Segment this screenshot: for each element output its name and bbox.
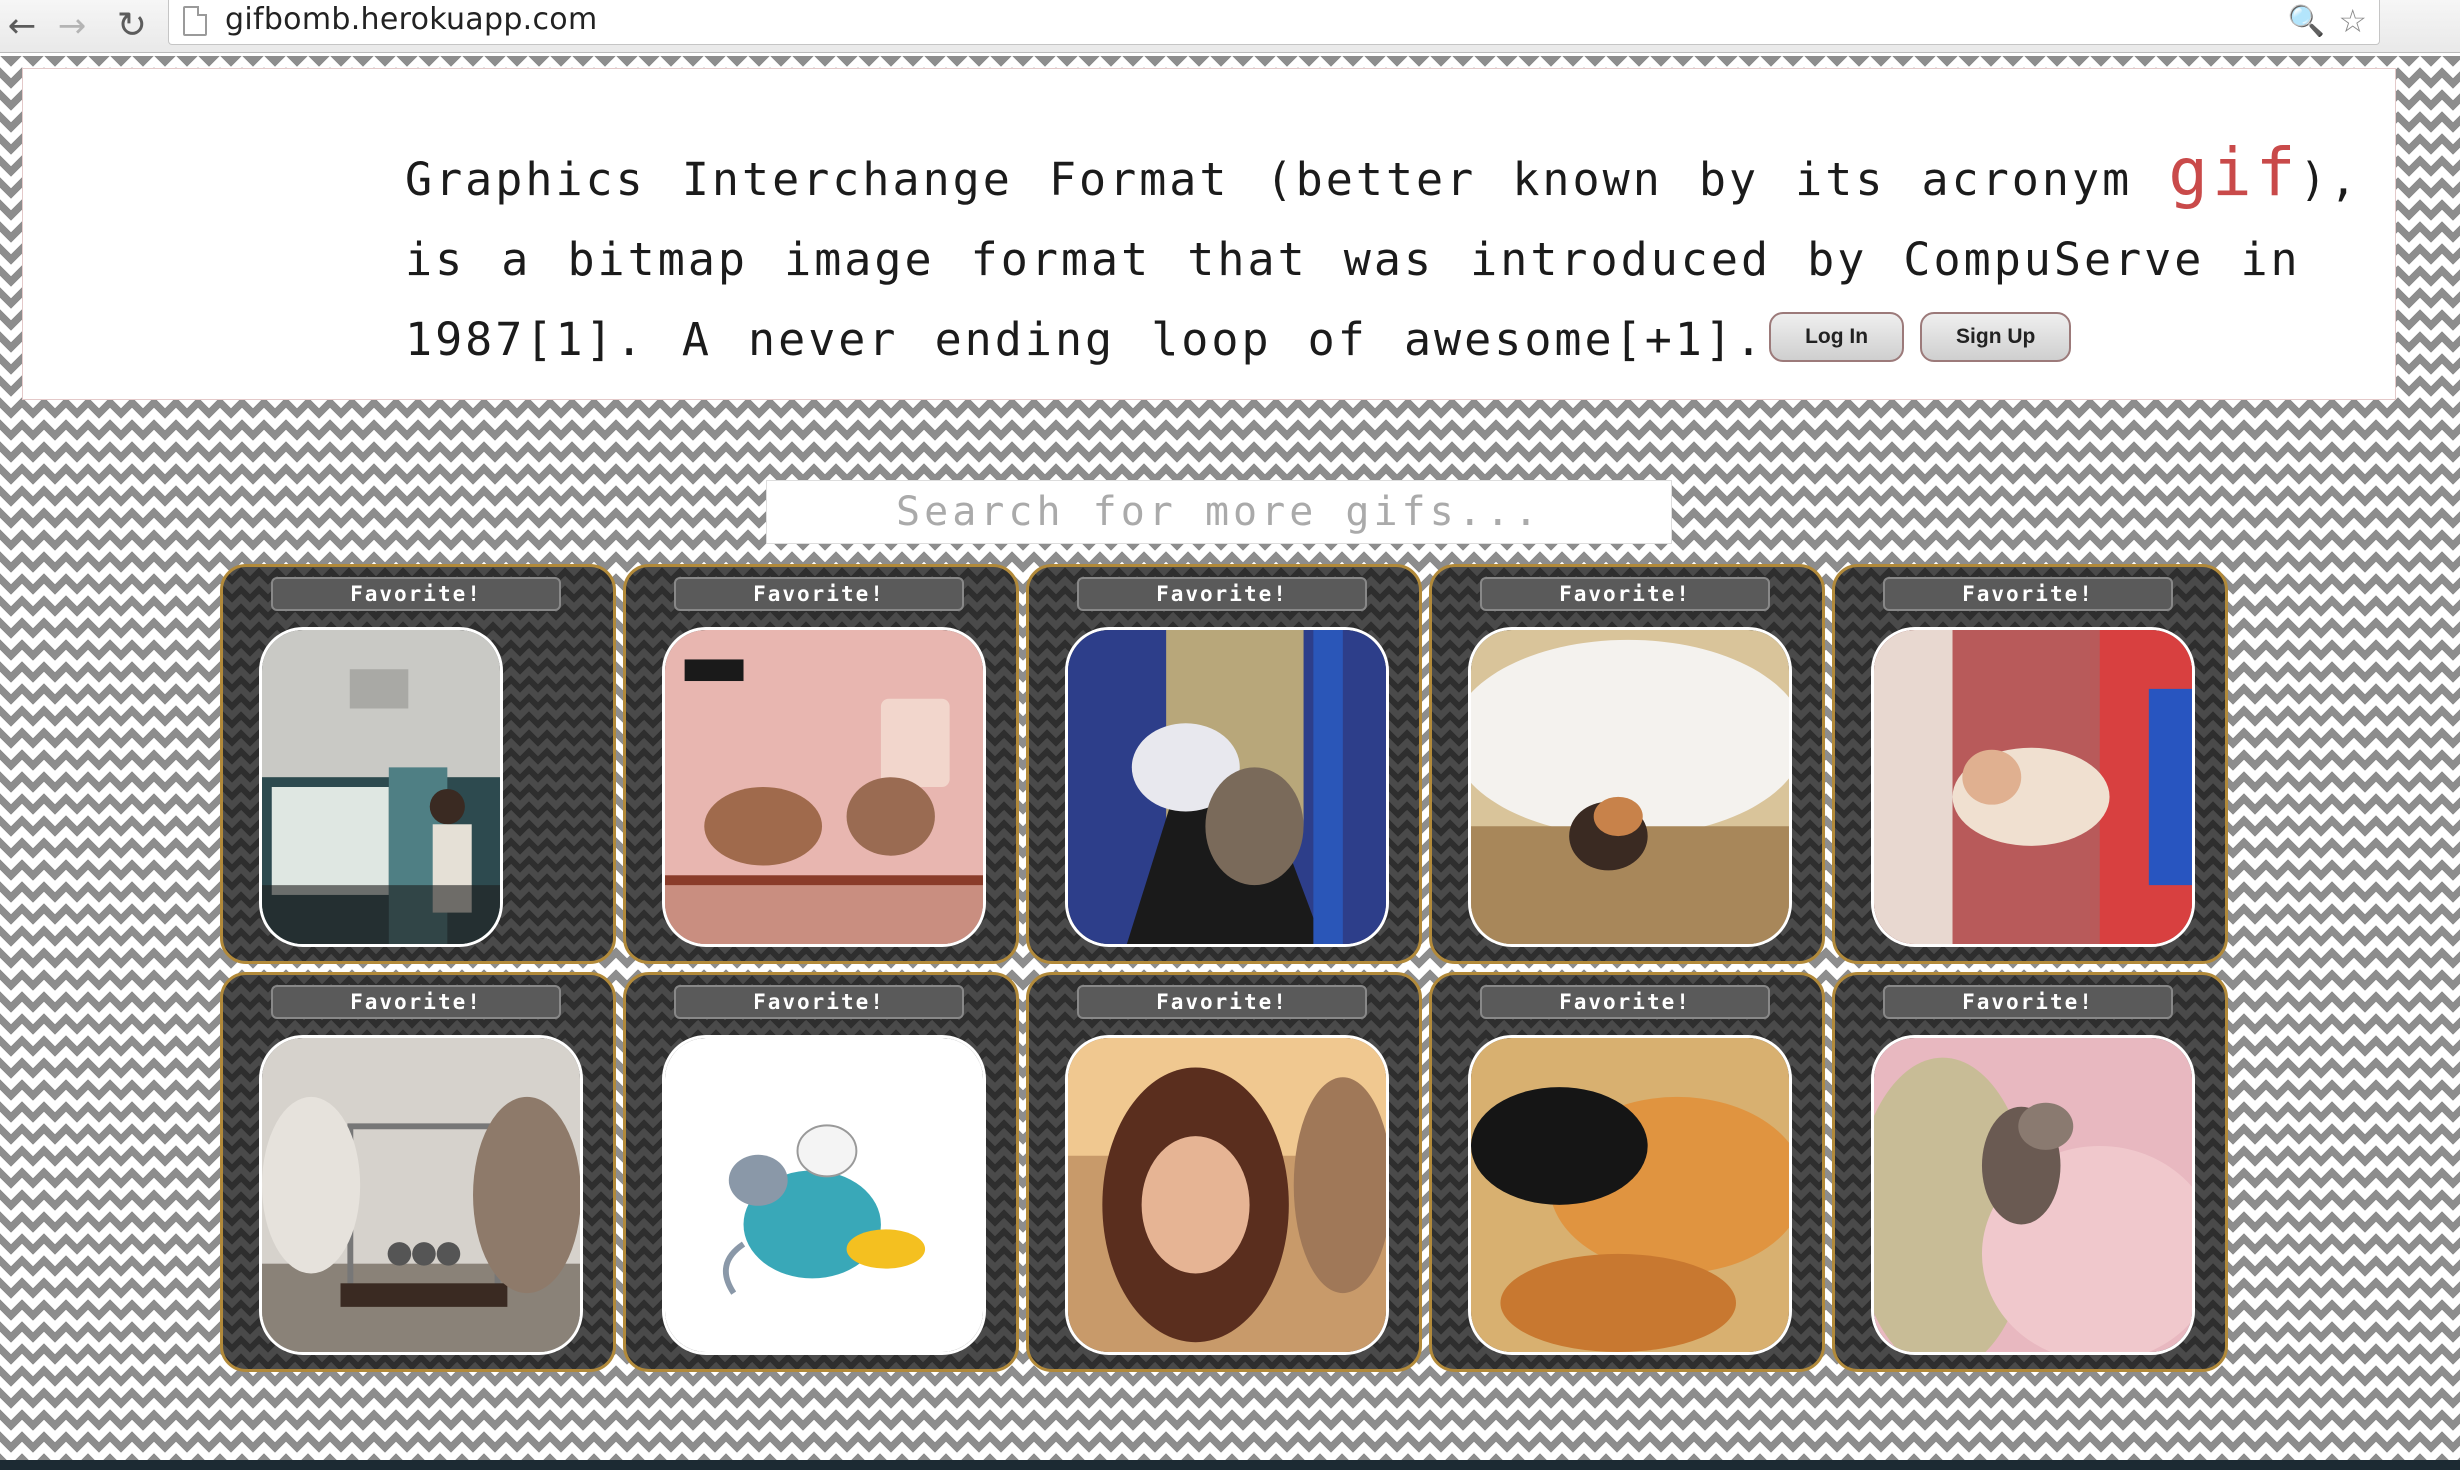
gif-thumbnail[interactable]	[1065, 627, 1389, 947]
favorite-button[interactable]: Favorite!	[271, 985, 561, 1019]
favorite-button[interactable]: Favorite!	[674, 985, 964, 1019]
gif-thumbnail[interactable]	[259, 627, 503, 947]
gif-card: Favorite!	[1429, 972, 1825, 1372]
gif-thumbnail[interactable]	[1468, 627, 1792, 947]
gif-thumbnail[interactable]	[1065, 1035, 1389, 1355]
bookmark-star-icon[interactable]: ☆	[2338, 2, 2367, 40]
page-icon	[183, 6, 207, 36]
header-box: Graphics Interchange Format (better know…	[22, 68, 2396, 400]
address-bar[interactable]: gifbomb.herokuapp.com 🔍 ☆	[168, 0, 2380, 45]
reload-icon[interactable]: ↻	[112, 6, 152, 46]
signup-button[interactable]: Sign Up	[1920, 312, 2072, 362]
gif-card: Favorite!	[220, 972, 616, 1372]
intro-text: Graphics Interchange Format (better know…	[405, 133, 2365, 380]
favorite-button[interactable]: Favorite!	[1480, 577, 1770, 611]
bottom-strip	[0, 1460, 2460, 1470]
forward-arrow-icon[interactable]: →	[52, 6, 92, 46]
favorite-button[interactable]: Favorite!	[674, 577, 964, 611]
intro-before: Graphics Interchange Format (better know…	[405, 153, 2169, 206]
gif-card: Favorite!	[1832, 564, 2228, 964]
favorite-button[interactable]: Favorite!	[1883, 985, 2173, 1019]
gif-card: Favorite!	[1026, 564, 1422, 964]
gif-card: Favorite!	[1026, 972, 1422, 1372]
address-url[interactable]: gifbomb.herokuapp.com	[225, 2, 597, 37]
browser-toolbar: ← → ↻ gifbomb.herokuapp.com 🔍 ☆	[0, 0, 2460, 53]
gif-card: Favorite!	[220, 564, 616, 964]
gif-thumbnail[interactable]	[662, 627, 986, 947]
search-input[interactable]: Search for more gifs...	[766, 480, 1672, 544]
login-button[interactable]: Log In	[1769, 312, 1905, 362]
favorite-button[interactable]: Favorite!	[271, 577, 561, 611]
zoom-icon[interactable]: 🔍	[2288, 4, 2325, 39]
acronym-gif: gif	[2168, 134, 2300, 211]
gif-thumbnail[interactable]	[1468, 1035, 1792, 1355]
gif-card: Favorite!	[1429, 564, 1825, 964]
gif-thumbnail[interactable]	[1871, 1035, 2195, 1355]
gif-card: Favorite!	[1832, 972, 2228, 1372]
gif-card: Favorite!	[623, 972, 1019, 1372]
gif-thumbnail[interactable]	[259, 1035, 583, 1355]
favorite-button[interactable]: Favorite!	[1883, 577, 2173, 611]
favorite-button[interactable]: Favorite!	[1480, 985, 1770, 1019]
gif-thumbnail[interactable]	[662, 1035, 986, 1355]
gif-card: Favorite!	[623, 564, 1019, 964]
gif-thumbnail[interactable]	[1871, 627, 2195, 947]
back-arrow-icon[interactable]: ←	[2, 6, 42, 46]
page-background: Graphics Interchange Format (better know…	[0, 56, 2460, 1460]
favorite-button[interactable]: Favorite!	[1077, 985, 1367, 1019]
favorite-button[interactable]: Favorite!	[1077, 577, 1367, 611]
